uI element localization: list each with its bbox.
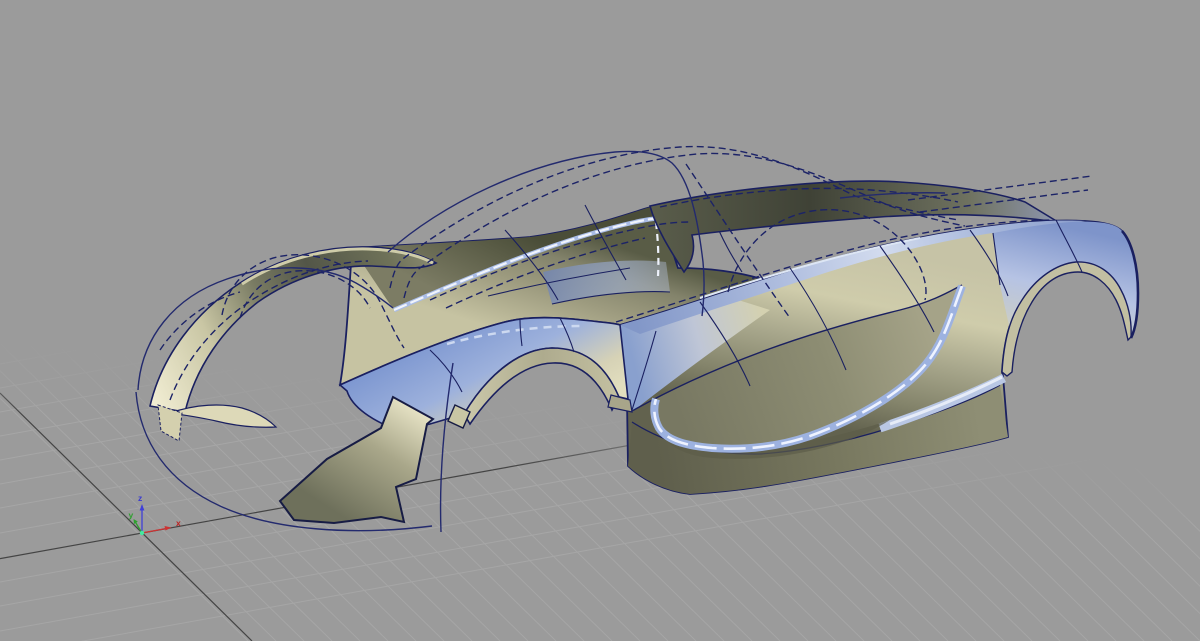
svg-text:y: y xyxy=(129,510,134,520)
svg-text:x: x xyxy=(176,518,181,528)
svg-text:z: z xyxy=(138,493,142,503)
